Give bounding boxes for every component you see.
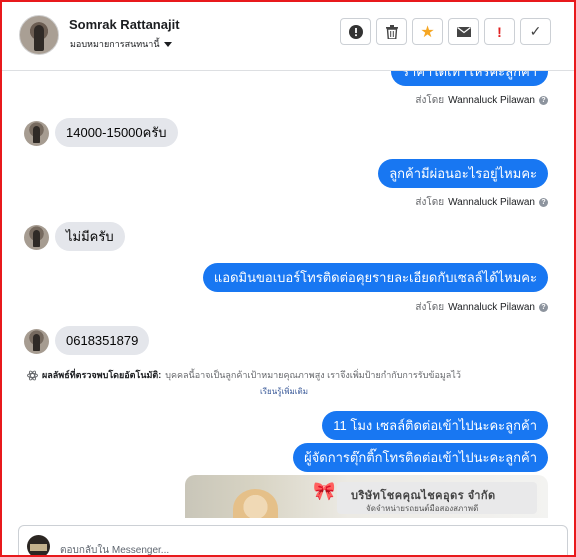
- contact-avatar-small: [24, 121, 49, 146]
- contact-avatar[interactable]: [19, 15, 59, 55]
- assign-conversation-dropdown[interactable]: มอบหมายการสนทนานี้: [70, 37, 172, 51]
- contact-avatar-small: [24, 329, 49, 354]
- check-icon: ✓: [529, 23, 542, 39]
- page-avatar: [27, 535, 50, 555]
- message-bubble-outgoing: ราคาใดเท่าไหร่คะลูกค้า: [391, 71, 548, 86]
- mail-icon: [456, 26, 471, 37]
- sent-by-prefix: ส่งโดย: [415, 302, 445, 313]
- sent-by-prefix: ส่งโดย: [415, 95, 445, 106]
- action-toolbar: ★ ! ✓: [340, 18, 551, 45]
- auto-detect-text: บุคคลนี้อาจเป็นลูกค้าเป้าหมายคุณภาพสูง เ…: [165, 370, 461, 380]
- sent-by-prefix: ส่งโดย: [415, 197, 445, 208]
- reply-composer[interactable]: ตอบกลับใน Messenger...: [18, 525, 568, 555]
- auto-detect-notice: ผลลัพธ์ที่ตรวจพบโดยอัตโนมัติ: บุคคลนี้อา…: [27, 368, 557, 382]
- info-icon: [348, 24, 363, 39]
- message-thread[interactable]: ราคาใดเท่าไหร่คะลูกค้า ส่งโดย Wannaluck …: [2, 71, 570, 518]
- assign-label: มอบหมายการสนทนานี้: [70, 39, 160, 49]
- star-button[interactable]: ★: [412, 18, 443, 45]
- ribbon-icon: 🎀: [313, 481, 336, 501]
- person-photo: [233, 489, 278, 518]
- spam-button[interactable]: !: [484, 18, 515, 45]
- learn-more-link[interactable]: เรียนรู้เพิ่มเติม: [260, 385, 308, 398]
- sent-by-label: ส่งโดย Wannaluck Pilawan ?: [415, 300, 548, 315]
- message-bubble-incoming: 14000-15000ครับ: [55, 118, 178, 147]
- delete-button[interactable]: [376, 18, 407, 45]
- contact-name[interactable]: Somrak Rattanajit: [69, 17, 180, 32]
- image-attachment[interactable]: 🎀 บริษัทโชคคุณไชคอุดร จำกัด จัดจำหน่ายรถ…: [185, 475, 548, 518]
- auto-detect-label: ผลลัพธ์ที่ตรวจพบโดยอัตโนมัติ:: [42, 370, 162, 380]
- help-icon[interactable]: ?: [539, 303, 548, 312]
- message-bubble-outgoing: ลูกค้ามีผ่อนอะไรอยู่ไหมคะ: [378, 159, 548, 188]
- conversation-header: Somrak Rattanajit มอบหมายการสนทนานี้ ★ !…: [2, 2, 574, 71]
- caret-down-icon: [163, 42, 172, 47]
- message-bubble-outgoing: 11 โมง เซลล์ติดต่อเข้าไปนะคะลูกค้า: [322, 411, 548, 440]
- atom-icon: [27, 370, 38, 380]
- sender-name: Wannaluck Pilawan: [448, 95, 535, 106]
- sender-name: Wannaluck Pilawan: [448, 302, 535, 313]
- sender-name: Wannaluck Pilawan: [448, 197, 535, 208]
- mark-unread-button[interactable]: [448, 18, 479, 45]
- done-button[interactable]: ✓: [520, 18, 551, 45]
- info-button[interactable]: [340, 18, 371, 45]
- star-icon: ★: [420, 23, 435, 41]
- spam-icon: !: [497, 23, 502, 40]
- company-tagline: จัดจำหน่ายรถยนต์มือสองสภาพดี: [366, 504, 479, 513]
- contact-avatar-small: [24, 225, 49, 250]
- sent-by-label: ส่งโดย Wannaluck Pilawan ?: [415, 93, 548, 108]
- message-bubble-outgoing: แอดมินขอเบอร์โทรติดต่อคุยรายละเอียดกับเซ…: [202, 263, 548, 292]
- message-bubble-incoming: 0618351879: [55, 326, 150, 355]
- messenger-window: Somrak Rattanajit มอบหมายการสนทนานี้ ★ !…: [0, 0, 576, 557]
- sent-by-label: ส่งโดย Wannaluck Pilawan ?: [415, 195, 548, 210]
- message-bubble-incoming: ไม่มีครับ: [55, 222, 125, 251]
- reply-input-placeholder[interactable]: ตอบกลับใน Messenger...: [60, 543, 169, 555]
- help-icon[interactable]: ?: [539, 96, 548, 105]
- trash-icon: [385, 24, 398, 39]
- help-icon[interactable]: ?: [539, 198, 548, 207]
- message-bubble-outgoing: ผู้จัดการตุ๊กติ๊กโทรติดต่อเข้าไปนะคะลูกค…: [293, 443, 548, 472]
